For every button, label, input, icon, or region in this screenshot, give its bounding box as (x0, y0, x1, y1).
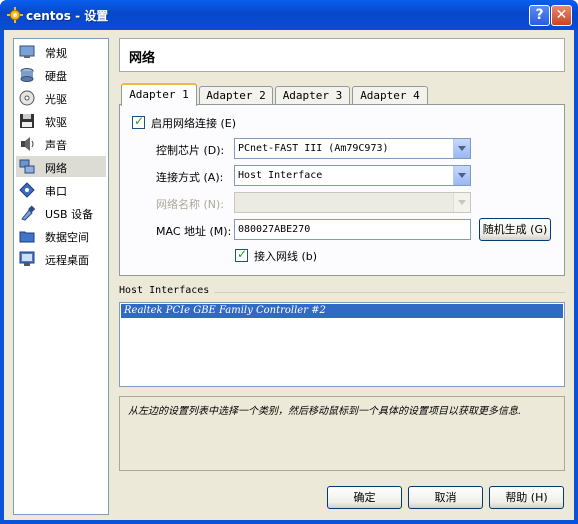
chevron-down-icon[interactable] (453, 166, 470, 185)
enable-network-label[interactable]: 启用网络连接 (E) (151, 115, 236, 131)
sidebar-item-shared-folders[interactable]: 数据空间 (16, 225, 106, 246)
cd-dvd-icon (19, 90, 35, 106)
settings-category-list: 常规 硬盘 光驱 软驱 声音 网络 串口 USB 设备 数据空间 远程桌面 (13, 38, 109, 515)
adapter-tabs: Adapter 1 Adapter 2 Adapter 3 Adapter 4 (119, 83, 565, 106)
sidebar-item-label: 网络 (45, 162, 67, 175)
help-title-button[interactable]: ? (529, 5, 550, 26)
floppy-icon (20, 114, 34, 128)
sidebar-item-label: 串口 (45, 185, 67, 198)
hard-disk-icon (20, 68, 34, 82)
list-item[interactable]: Realtek PCIe GBE Family Controller #2 (121, 304, 563, 318)
cable-connected-label[interactable]: 接入网线 (b) (254, 248, 317, 264)
enable-network-checkbox[interactable] (132, 114, 145, 129)
sidebar-item-remote-display[interactable]: 远程桌面 (16, 248, 106, 269)
sidebar-item-floppy[interactable]: 软驱 (16, 110, 106, 131)
tab-adapter-3[interactable]: Adapter 3 (275, 86, 350, 105)
mac-address-label: MAC 地址 (M): (156, 225, 232, 238)
page-header: 网络 (119, 38, 565, 72)
mac-address-input[interactable]: 080027ABE270 (234, 219, 471, 240)
info-box: 从左边的设置列表中选择一个类别，然后移动鼠标到一个具体的设置项目以获取更多信息. (119, 396, 565, 471)
info-text: 从左边的设置列表中选择一个类别，然后移动鼠标到一个具体的设置项目以获取更多信息. (128, 406, 522, 417)
host-interfaces-label: Host Interfaces (119, 285, 214, 296)
attached-to-value: Host Interface (238, 170, 323, 181)
network-name-select (234, 192, 471, 213)
sidebar-item-label: 硬盘 (45, 70, 67, 83)
network-icon (19, 159, 35, 174)
audio-icon (21, 137, 34, 151)
controller-select[interactable]: PCnet-FAST III (Am79C973) (234, 138, 471, 159)
sidebar-item-usb[interactable]: USB 设备 (16, 202, 106, 223)
sidebar-item-network[interactable]: 网络 (16, 156, 106, 177)
attached-to-label: 连接方式 (A): (156, 171, 224, 184)
shared-folder-icon (19, 231, 35, 243)
sidebar-item-label: 声音 (45, 139, 67, 152)
help-button[interactable]: 帮助 (H) (489, 486, 564, 509)
sidebar-item-label: 数据空间 (45, 231, 89, 244)
sidebar-item-label: 常规 (45, 47, 67, 60)
network-name-label: 网络名称 (N): (156, 198, 225, 211)
sidebar-item-hard-disk[interactable]: 硬盘 (16, 64, 106, 85)
window-title: centos - 设置 (26, 9, 109, 23)
chevron-down-icon (453, 193, 470, 212)
sidebar-item-cd-dvd[interactable]: 光驱 (16, 87, 106, 108)
chevron-down-icon[interactable] (453, 139, 470, 158)
ok-button[interactable]: 确定 (327, 486, 402, 509)
sidebar-item-audio[interactable]: 声音 (16, 133, 106, 154)
title-bar[interactable]: centos - 设置 ? ✕ (0, 0, 578, 30)
tab-adapter-1[interactable]: Adapter 1 (121, 83, 197, 106)
usb-icon (21, 205, 35, 221)
cable-connected-checkbox[interactable] (235, 247, 248, 262)
sidebar-item-general[interactable]: 常规 (16, 41, 106, 62)
page-title: 网络 (129, 51, 156, 66)
remote-display-icon (19, 251, 35, 266)
sidebar-item-serial-port[interactable]: 串口 (16, 179, 106, 200)
adapter-panel: 启用网络连接 (E) 控制芯片 (D): PCnet-FAST III (Am7… (119, 104, 565, 276)
dialog-client-area: 常规 硬盘 光驱 软驱 声音 网络 串口 USB 设备 数据空间 远程桌面 网络… (4, 30, 574, 520)
gear-icon (7, 7, 23, 23)
sidebar-item-label: USB 设备 (45, 208, 94, 221)
sidebar-item-label: 软驱 (45, 116, 67, 129)
close-button[interactable]: ✕ (551, 5, 572, 26)
generate-mac-button[interactable]: 随机生成 (G) (479, 218, 551, 241)
attached-to-select[interactable]: Host Interface (234, 165, 471, 186)
tab-adapter-2[interactable]: Adapter 2 (199, 86, 273, 105)
serial-port-icon (19, 182, 35, 198)
cancel-button[interactable]: 取消 (408, 486, 483, 509)
general-icon (19, 45, 35, 58)
settings-window: centos - 设置 ? ✕ 常规 硬盘 光驱 软驱 声音 网络 串口 USB… (0, 0, 578, 524)
controller-label: 控制芯片 (D): (156, 144, 225, 157)
tab-adapter-4[interactable]: Adapter 4 (352, 86, 428, 105)
sidebar-item-label: 远程桌面 (45, 254, 89, 267)
sidebar-item-label: 光驱 (45, 93, 67, 106)
group-divider (214, 292, 565, 293)
controller-value: PCnet-FAST III (Am79C973) (238, 143, 389, 154)
host-interfaces-list[interactable]: Realtek PCIe GBE Family Controller #2 (119, 302, 565, 387)
